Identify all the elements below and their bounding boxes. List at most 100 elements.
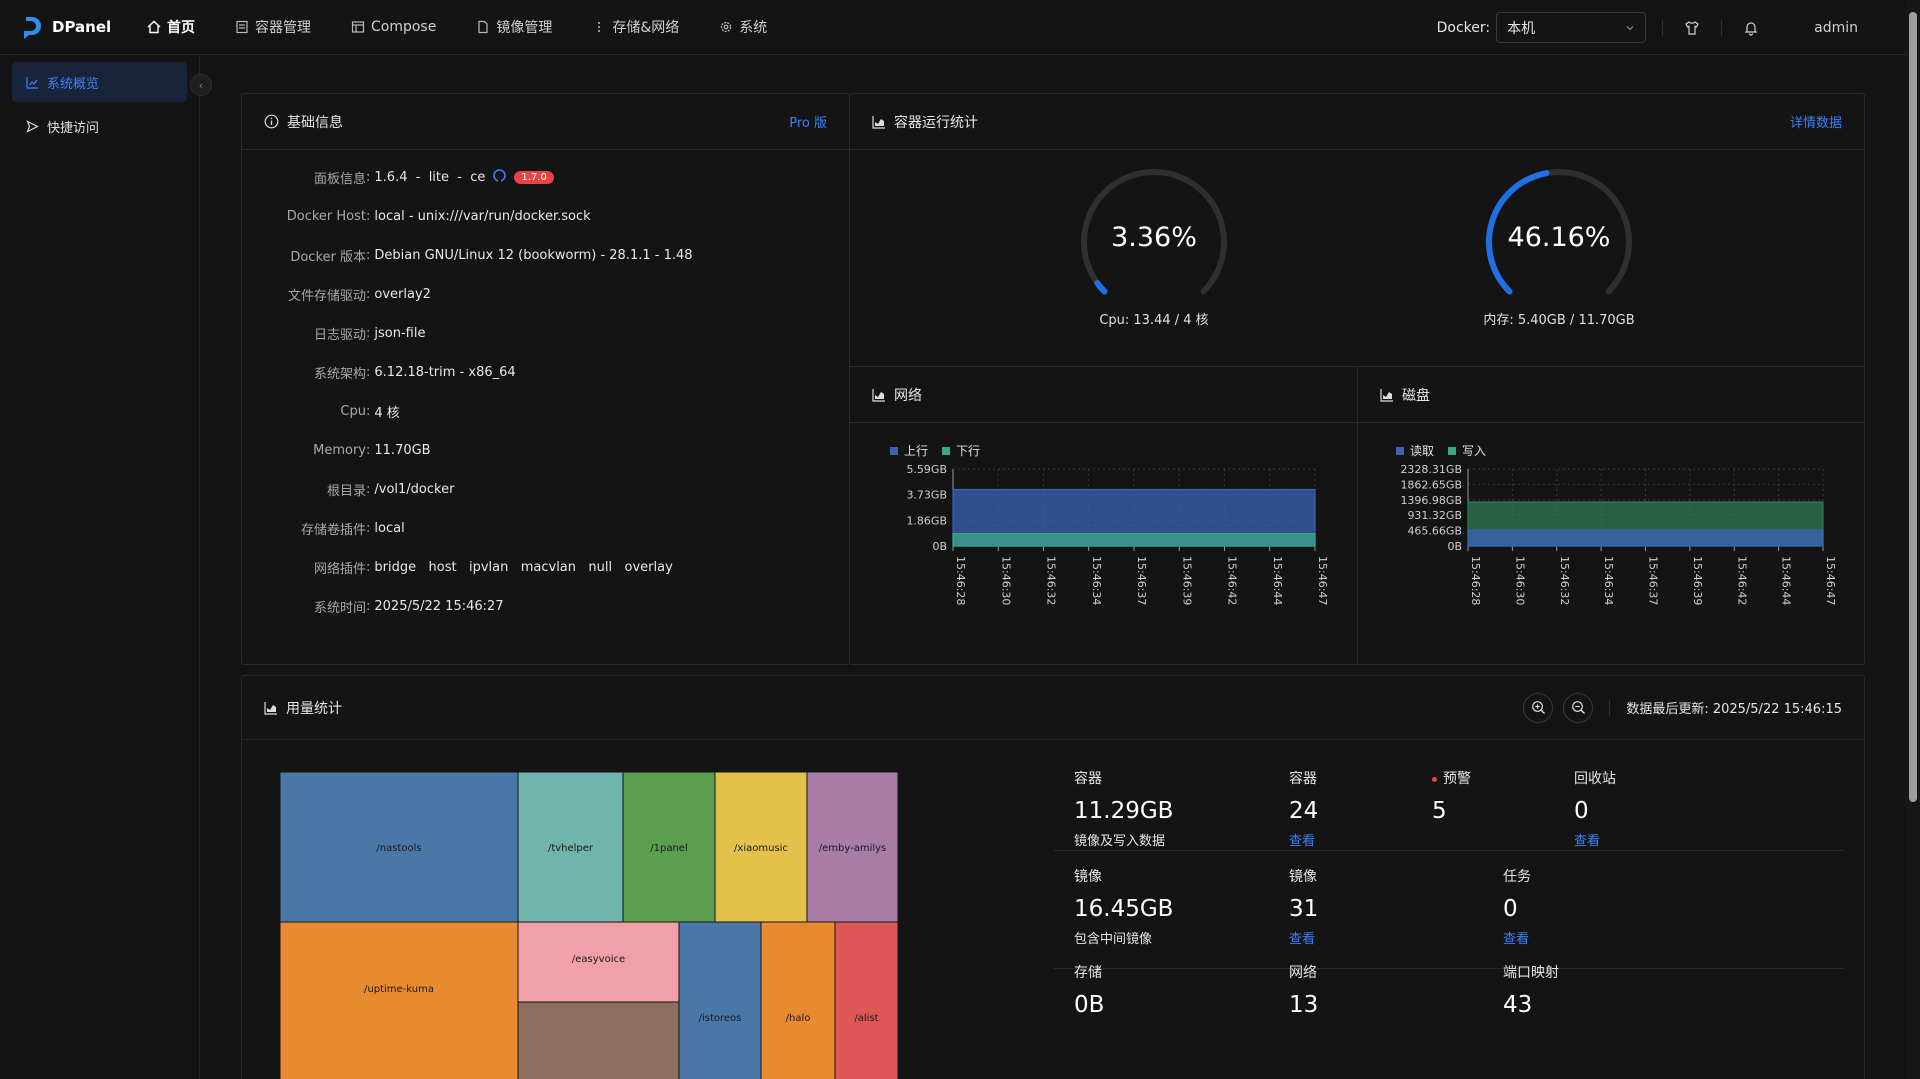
detail-data-link[interactable]: 详情数据 (1790, 112, 1842, 131)
gauge-fill (1094, 280, 1108, 295)
x-tick-label: 15:46:30 (999, 556, 1012, 605)
stat-title-text: 容器 (1289, 771, 1317, 787)
info-key: 网络插件 (313, 562, 366, 577)
stat-value: 11.29GB (1074, 798, 1174, 824)
nav-containers[interactable]: 容器管理 (215, 0, 331, 55)
nav-compose[interactable]: Compose (331, 0, 456, 55)
sidebar-item-label: 快捷访问 (47, 120, 100, 136)
area-chart-icon (264, 701, 278, 715)
nav-label: 系统 (739, 20, 768, 36)
info-value: overlay2 (374, 287, 431, 302)
nav-images[interactable]: 镜像管理 (456, 0, 572, 55)
disk-title: 磁盘 (1402, 387, 1430, 404)
info-row: Docker 版本: Debian GNU/Linux 12 (bookworm)… (242, 236, 849, 275)
info-row: Cpu:4 核 (242, 392, 849, 431)
logo[interactable]: DPanel (22, 15, 127, 39)
basic-info-header: 基础信息 Pro 版 (242, 94, 849, 150)
stat-view-link[interactable]: 查看 (1289, 830, 1318, 849)
treemap-label: /istoreos (699, 1013, 742, 1024)
nav-home[interactable]: 首页 (127, 0, 215, 55)
info-colon: : (366, 326, 371, 341)
info-icon (264, 114, 279, 129)
logo-icon (24, 17, 41, 39)
info-colon: : (366, 482, 371, 497)
info-row: 面板信息:1.6.4 - lite - ce 1.7.0 (242, 158, 849, 197)
stat-value: 31 (1289, 896, 1319, 922)
stat-title: 网络 (1289, 962, 1318, 982)
treemap-cell[interactable] (678, 921, 762, 1079)
stat-view-link[interactable]: 查看 (1574, 830, 1616, 849)
treemap-cell[interactable] (517, 1001, 680, 1079)
info-key: 文件存储驱动 (287, 289, 366, 304)
stat-title: 回收站 (1574, 768, 1616, 788)
scrollbar[interactable] (1906, 0, 1920, 1079)
legend-label: 写入 (1462, 444, 1487, 458)
container-icon (236, 20, 248, 34)
y-tick-label: 465.66GB (1407, 525, 1462, 538)
stat-cell: 容器 11.29GB 镜像及写入数据 (1074, 768, 1173, 849)
x-tick-label: 15:46:42 (1226, 556, 1239, 605)
sidebar-item-overview[interactable]: 系统概览 (12, 62, 187, 102)
stat-title-text: 预警 (1443, 771, 1471, 787)
stat-cell: 镜像 16.45GB 包含中间镜像 (1074, 866, 1173, 947)
user-name[interactable]: admin (1814, 20, 1858, 36)
treemap-label: /emby-amilys (819, 843, 887, 854)
cpu-percent: 3.36% (1111, 222, 1197, 253)
docker-host-select[interactable]: 本机 (1496, 12, 1647, 43)
github-icon[interactable] (493, 169, 507, 186)
treemap-cell[interactable] (834, 921, 899, 1079)
info-key: 系统架构 (313, 367, 366, 382)
stat-view-link[interactable]: 查看 (1289, 928, 1318, 947)
zoom-out-button[interactable] (1563, 692, 1594, 723)
usage-stats: 容器 11.29GB 镜像及写入数据 容器 24 查看 预警 5 回收站 0 查看 镜像 16.45GB… (1054, 740, 1854, 1079)
info-key: 系统时间 (313, 601, 366, 616)
series-area (1467, 529, 1824, 547)
notification-button[interactable] (1738, 15, 1764, 41)
disk-section: 磁盘 读取 写入 2328.31GB 1862.65GB 1396.98GB 931.… (1358, 367, 1865, 664)
stat-title-text: 容器 (1074, 771, 1102, 787)
stat-title-text: 任务 (1503, 869, 1531, 885)
info-value: 4 核 (374, 406, 400, 421)
x-tick-label: 15:46:32 (1558, 556, 1571, 605)
gear-icon (721, 21, 732, 33)
pro-link[interactable]: Pro 版 (789, 112, 827, 131)
stat-cell: 任务 0 查看 (1503, 866, 1531, 947)
info-value: 11.70GB (374, 443, 431, 458)
docker-label: Docker: (1436, 19, 1491, 36)
sidebar-item-quick-access[interactable]: 快捷访问 (12, 106, 187, 146)
info-key: Cpu (340, 404, 366, 419)
nav-storage-network[interactable]: 存储&网络 (572, 0, 699, 55)
stat-title-text: 镜像 (1289, 869, 1317, 885)
nav-label: Compose (371, 19, 437, 35)
x-tick-label: 15:46:39 (1180, 556, 1193, 605)
runtime-header: 容器运行统计 详情数据 (850, 94, 1864, 150)
y-tick-label: 1862.65GB (1400, 478, 1462, 491)
memory-gauge: 46.16% 内存: 5.40GB / 11.70GB (1479, 164, 1639, 328)
info-value: bridge host ipvlan macvlan null overlay (374, 560, 673, 575)
stat-value: 24 (1289, 798, 1319, 824)
divider (1609, 699, 1611, 716)
treemap-cell[interactable] (760, 921, 836, 1079)
treemap-label: /nastools (376, 843, 421, 854)
nav-system[interactable]: 系统 (699, 0, 787, 55)
info-key: Docker Host (286, 209, 366, 224)
stat-value: 0 (1503, 896, 1518, 922)
stat-subtitle: 镜像及写入数据 (1074, 834, 1166, 849)
treemap-cell[interactable] (280, 921, 519, 1079)
stat-title: 镜像 (1289, 866, 1318, 886)
stat-cell: 镜像 31 查看 (1289, 866, 1318, 947)
theme-button[interactable] (1679, 15, 1705, 41)
version-badge[interactable]: 1.7.0 (514, 171, 554, 184)
stat-title-text: 存储 (1074, 965, 1102, 981)
treemap-label: /uptime-kuma (364, 984, 434, 995)
x-tick-label: 15:46:47 (1824, 556, 1837, 605)
x-tick-label: 15:46:39 (1691, 556, 1704, 605)
scrollbar-thumb[interactable] (1909, 12, 1917, 802)
treemap-label: /1panel (650, 843, 687, 854)
zoom-in-button[interactable] (1523, 692, 1554, 723)
stat-view-link[interactable]: 查看 (1503, 928, 1531, 947)
nav-label: 首页 (167, 20, 195, 36)
disk-chart: 2328.31GB 1862.65GB 1396.98GB 931.32GB 465.6… (1400, 463, 1837, 605)
series-area (952, 533, 1316, 547)
sidebar-collapse-button[interactable]: ‹ (190, 74, 212, 96)
